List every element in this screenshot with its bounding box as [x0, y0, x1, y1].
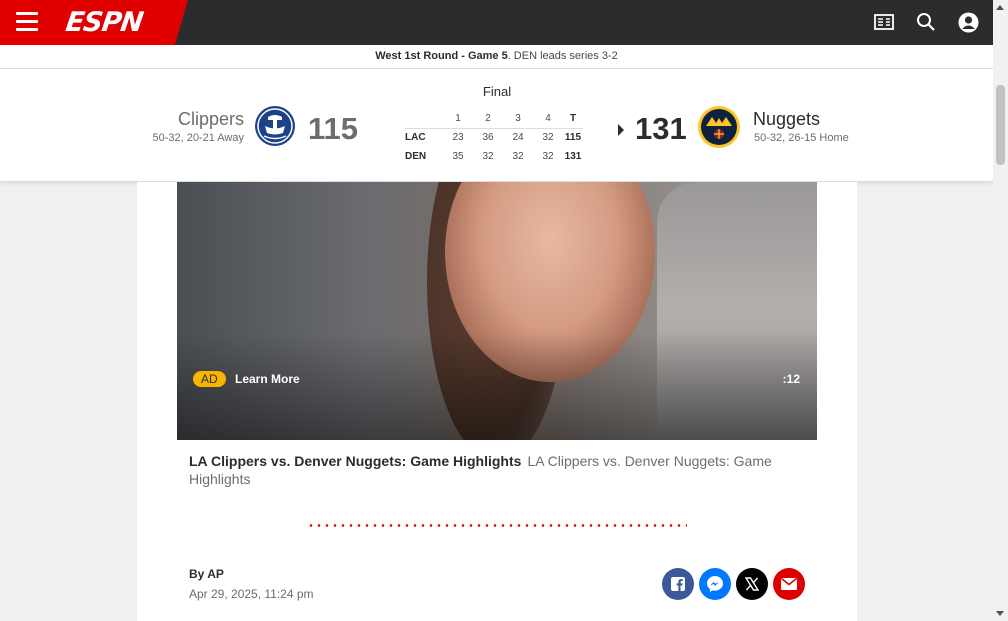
total-label: T	[563, 109, 583, 129]
away-team-record: 50-32, 20-21 Away	[152, 132, 244, 144]
share-buttons	[662, 568, 805, 600]
learn-more-link[interactable]: Learn More	[235, 372, 300, 386]
quarter-score: 32	[542, 132, 554, 144]
facebook-icon[interactable]	[662, 568, 694, 600]
x-icon[interactable]	[736, 568, 768, 600]
video-caption: LA Clippers vs. Denver Nuggets: Game Hig…	[189, 452, 789, 488]
publish-date: Apr 29, 2025, 11:24 pm	[189, 587, 314, 601]
scoreboard: Clippers 50-32, 20-21 Away 115 Final 1 2…	[0, 69, 993, 182]
home-team-name[interactable]: Nuggets	[753, 109, 820, 130]
total-score: 115	[564, 132, 582, 144]
video-title[interactable]: LA Clippers vs. Denver Nuggets: Game Hig…	[189, 453, 521, 469]
linescore-header-row: 1 2 3 4 T	[405, 109, 583, 129]
search-icon[interactable]	[915, 11, 937, 33]
period-label: 2	[473, 109, 503, 129]
quarter-score: 36	[482, 132, 494, 144]
away-score: 115	[308, 111, 359, 146]
quarter-score: 32	[482, 151, 494, 162]
linescore-row-away: LAC 23 36 24 32 115	[405, 128, 583, 147]
team-abbr: DEN	[405, 151, 427, 162]
top-navigation: ESPN	[0, 0, 993, 45]
page-scrollbar[interactable]	[993, 0, 1008, 621]
ad-duration: :12	[782, 372, 800, 386]
linescore-table: 1 2 3 4 T LAC 23 36 24 32 115 DEN 35 32 …	[405, 109, 583, 166]
clippers-logo-icon[interactable]	[254, 105, 296, 147]
game-status: Final	[482, 84, 512, 99]
series-round: West 1st Round - Game 5	[375, 50, 508, 62]
espn-logo[interactable]: ESPN	[64, 7, 145, 38]
ad-badge: AD	[193, 371, 226, 387]
scroll-thumb[interactable]	[996, 85, 1005, 165]
menu-icon[interactable]	[16, 12, 38, 32]
email-icon[interactable]	[773, 568, 805, 600]
period-label: 4	[533, 109, 563, 129]
away-team-name[interactable]: Clippers	[178, 109, 244, 130]
scroll-up-icon[interactable]	[996, 5, 1004, 10]
home-team-record: 50-32, 26-15 Home	[754, 132, 849, 144]
video-overlay-shade	[177, 332, 817, 440]
series-status: . DEN leads series 3-2	[507, 50, 618, 62]
series-status-bar: West 1st Round - Game 5. DEN leads serie…	[0, 45, 993, 69]
quarter-score: 23	[452, 132, 464, 144]
winner-arrow-icon	[618, 124, 624, 136]
messenger-icon[interactable]	[699, 568, 731, 600]
period-label: 1	[443, 109, 473, 129]
profile-icon[interactable]	[957, 11, 979, 33]
article-container: AD Learn More :12 LA Clippers vs. Denver…	[137, 182, 857, 621]
quarter-score: 32	[512, 151, 524, 162]
period-label: 3	[503, 109, 533, 129]
quarter-score: 32	[542, 151, 554, 162]
total-score: 131	[564, 151, 582, 162]
nuggets-logo-icon[interactable]	[697, 105, 741, 149]
byline: By AP	[189, 567, 224, 581]
video-player[interactable]: AD Learn More :12	[177, 182, 817, 440]
quarter-score: 35	[452, 151, 464, 162]
dotted-divider	[307, 524, 687, 527]
nav-icons	[873, 11, 979, 33]
linescore-row-home: DEN 35 32 32 32 131	[405, 147, 583, 166]
team-abbr: LAC	[405, 132, 426, 144]
home-score: 131	[635, 111, 687, 146]
scroll-down-icon[interactable]	[996, 611, 1004, 616]
quarter-score: 24	[512, 132, 524, 144]
scores-icon[interactable]	[873, 11, 895, 33]
